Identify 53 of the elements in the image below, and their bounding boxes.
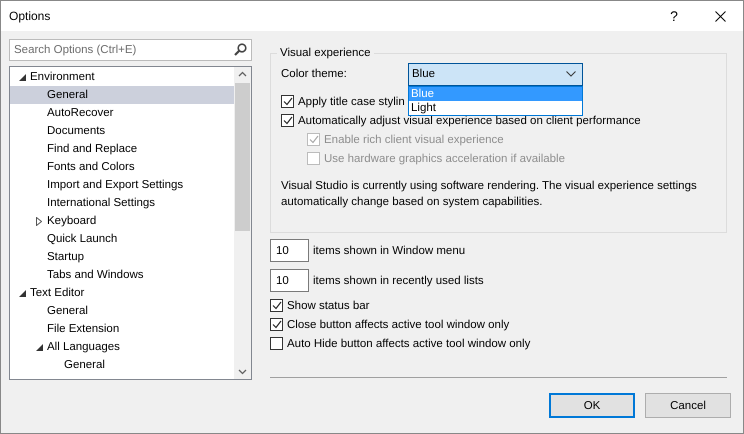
tree-item[interactable]: Environment: [10, 68, 234, 86]
tree-item[interactable]: Find and Replace: [10, 140, 234, 158]
checkbox[interactable]: [281, 95, 294, 108]
scrollbar-thumb[interactable]: [235, 83, 250, 231]
close-icon[interactable]: [714, 10, 726, 22]
checkbox-label: Use hardware graphics acceleration if available: [324, 152, 565, 164]
collapsed-arrow-icon[interactable]: [36, 216, 42, 226]
expanded-arrow-icon[interactable]: [36, 344, 42, 350]
tree-item[interactable]: All Languages: [10, 338, 234, 356]
checkbox-label: Close button affects active tool window only: [287, 318, 510, 330]
field-label: Color theme:: [281, 68, 348, 80]
color-theme-dropdown[interactable]: Blue: [408, 62, 583, 86]
tree-item[interactable]: Startup: [10, 248, 234, 266]
scrollbar[interactable]: [234, 67, 251, 379]
tree-item[interactable]: Quick Launch: [10, 230, 234, 248]
checkbox[interactable]: [281, 114, 294, 127]
tree-item[interactable]: Keyboard: [10, 212, 234, 230]
expanded-arrow-icon[interactable]: [18, 290, 26, 296]
checkbox[interactable]: [270, 299, 283, 312]
tree-item[interactable]: General: [10, 302, 234, 320]
checkbox[interactable]: [270, 318, 283, 331]
tree-item[interactable]: Fonts and Colors: [10, 158, 234, 176]
tree-item[interactable]: File Extension: [10, 320, 234, 338]
number-field[interactable]: 10: [270, 239, 309, 262]
info-text: Visual Studio is currently using software rendering. The visual experience settings automatically change based on system capabilities.: [281, 179, 698, 210]
field-label: items shown in recently used lists: [313, 274, 484, 286]
tree-item[interactable]: Text Editor: [10, 284, 234, 302]
checkbox-label: Show status bar: [287, 300, 370, 312]
checkbox[interactable]: [270, 337, 283, 350]
tree-item[interactable]: AutoRecover: [10, 104, 234, 122]
search-icon[interactable]: [234, 43, 247, 56]
help-button[interactable]: ?: [651, 1, 697, 31]
checkbox-label: Auto Hide button affects active tool window only: [287, 338, 530, 350]
tree-item[interactable]: International Settings: [10, 194, 234, 212]
field-label: items shown in Window menu: [313, 244, 466, 256]
window-title: Options: [9, 9, 52, 23]
tree-item[interactable]: Import and Export Settings: [10, 176, 234, 194]
expanded-arrow-icon[interactable]: [18, 74, 26, 80]
tree-item[interactable]: General: [10, 86, 234, 104]
dropdown-option[interactable]: Light: [409, 100, 582, 114]
chevron-down-icon[interactable]: [566, 71, 576, 77]
group-title: Visual experience: [279, 47, 372, 59]
tree-item[interactable]: General: [10, 356, 234, 374]
checkbox-label: Automatically adjust visual experience based on client performance: [298, 114, 641, 126]
number-field[interactable]: 10: [270, 269, 309, 292]
ok-button[interactable]: OK: [549, 393, 635, 418]
checkbox-label: Apply title case stylin: [298, 96, 405, 108]
tree-item[interactable]: Documents: [10, 122, 234, 140]
checkmark-icon: [308, 135, 318, 144]
checkbox-label: Enable rich client visual experience: [324, 134, 504, 146]
cancel-button[interactable]: Cancel: [645, 393, 731, 418]
tree-item[interactable]: Tabs and Windows: [10, 266, 234, 284]
search-field[interactable]: Search Options (Ctrl+E): [9, 39, 252, 61]
